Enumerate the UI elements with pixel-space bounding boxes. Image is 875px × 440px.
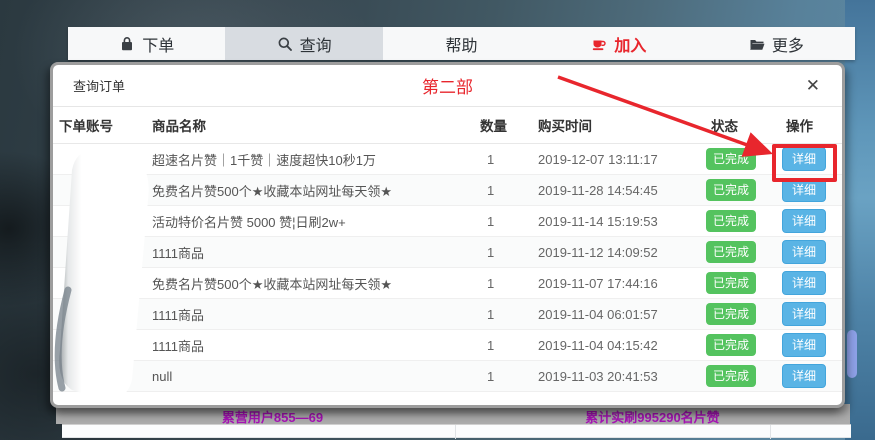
detail-button[interactable]: 详细 <box>782 333 826 357</box>
search-icon <box>277 36 293 52</box>
cell-qty: 1 <box>480 152 538 167</box>
table-row: 1111商品 1 2019-11-04 06:01:57 已完成 详细 <box>53 299 842 330</box>
cell-product: 免费名片赞500个★收藏本站网址每天领★ <box>152 181 480 200</box>
tab-label: 更多 <box>772 32 804 56</box>
cell-product: 1111商品 <box>152 243 480 262</box>
folder-icon <box>749 36 765 52</box>
cell-qty: 1 <box>480 369 538 384</box>
table-row: 1111商品 1 2019-11-12 14:09:52 已完成 详细 <box>53 237 842 268</box>
order-table-body: 超速名片赞｜1千赞｜速度超快10秒1万 1 2019-12-07 13:11:1… <box>53 144 842 392</box>
detail-button[interactable]: 详细 <box>782 364 826 388</box>
order-table-header: 下单账号 商品名称 数量 购买时间 状态 操作 <box>53 107 842 144</box>
cell-time: 2019-11-07 17:44:16 <box>538 276 706 291</box>
tab-query[interactable]: 查询 <box>225 27 382 60</box>
status-badge: 已完成 <box>706 241 756 263</box>
status-badge: 已完成 <box>706 210 756 232</box>
modal-header: 查询订单 第二部 ✕ <box>53 65 842 107</box>
cell-qty: 1 <box>480 183 538 198</box>
cell-qty: 1 <box>480 214 538 229</box>
detail-button[interactable]: 详细 <box>782 271 826 295</box>
status-badge: 已完成 <box>706 272 756 294</box>
cell-qty: 1 <box>480 276 538 291</box>
table-divider <box>455 425 456 439</box>
col-status: 状态 <box>706 115 782 135</box>
detail-button[interactable]: 详细 <box>782 302 826 326</box>
cell-product: 活动特价名片赞 5000 赞¦日刷2w+ <box>152 212 480 231</box>
table-row: null 1 2019-11-03 20:41:53 已完成 详细 <box>53 361 842 392</box>
step-annotation-text: 第二部 <box>53 73 842 98</box>
table-row: 免费名片赞500个★收藏本站网址每天领★ 1 2019-11-07 17:44:… <box>53 268 842 299</box>
table-row: 活动特价名片赞 5000 赞¦日刷2w+ 1 2019-11-14 15:19:… <box>53 206 842 237</box>
cup-icon <box>591 36 607 52</box>
page-scrollbar-thumb[interactable] <box>847 330 857 378</box>
cell-qty: 1 <box>480 307 538 322</box>
tab-place-order[interactable]: 下单 <box>68 27 225 60</box>
query-orders-modal: 查询订单 第二部 ✕ 下单账号 商品名称 数量 购买时间 状态 操作 超速名片赞… <box>50 62 845 408</box>
tab-join[interactable]: 加入 <box>540 27 697 60</box>
cell-time: 2019-11-03 20:41:53 <box>538 369 706 384</box>
tab-label: 下单 <box>142 32 174 56</box>
shopping-bag-icon <box>119 36 135 52</box>
cell-product: 超速名片赞｜1千赞｜速度超快10秒1万 <box>152 150 480 169</box>
cell-time: 2019-11-28 14:54:45 <box>538 183 706 198</box>
col-time: 购买时间 <box>538 115 706 135</box>
total-likes-text: 累计实刷995290名片赞 <box>455 409 850 424</box>
status-badge: 已完成 <box>706 365 756 387</box>
table-row: 超速名片赞｜1千赞｜速度超快10秒1万 1 2019-12-07 13:11:1… <box>53 144 842 175</box>
tab-help[interactable]: 帮助 <box>383 27 540 60</box>
cell-time: 2019-11-04 04:15:42 <box>538 338 706 353</box>
col-action: 操作 <box>782 115 842 135</box>
tab-label: 查询 <box>300 32 332 56</box>
cell-product: 免费名片赞500个★收藏本站网址每天领★ <box>152 274 480 293</box>
status-badge: 已完成 <box>706 303 756 325</box>
detail-button[interactable]: 详细 <box>782 147 826 171</box>
cell-qty: 1 <box>480 245 538 260</box>
col-qty: 数量 <box>480 115 538 135</box>
tab-more[interactable]: 更多 <box>698 27 855 60</box>
cell-qty: 1 <box>480 338 538 353</box>
cell-time: 2019-12-07 13:11:17 <box>538 152 706 167</box>
tab-label: 加入 <box>614 32 646 56</box>
cell-product: 1111商品 <box>152 336 480 355</box>
col-product: 商品名称 <box>152 115 480 135</box>
col-account: 下单账号 <box>53 115 152 135</box>
cell-time: 2019-11-04 06:01:57 <box>538 307 706 322</box>
tab-label: 帮助 <box>446 32 478 56</box>
cell-time: 2019-11-14 15:19:53 <box>538 214 706 229</box>
detail-button[interactable]: 详细 <box>782 240 826 264</box>
table-row: 1111商品 1 2019-11-04 04:15:42 已完成 详细 <box>53 330 842 361</box>
detail-button[interactable]: 详细 <box>782 209 826 233</box>
cell-time: 2019-11-12 14:09:52 <box>538 245 706 260</box>
underlying-table-row <box>62 424 851 438</box>
total-users-cell: 累营用户855—69 <box>90 409 455 424</box>
table-divider <box>770 425 771 439</box>
total-likes-cell: 累计实刷995290名片赞 <box>455 409 850 424</box>
screen: 累营用户855—69 累计实刷995290名片赞 下单 查询 帮助 加入 <box>0 0 875 440</box>
nav-tabbar: 下单 查询 帮助 加入 更多 <box>68 27 855 60</box>
cell-product: null <box>152 369 480 384</box>
close-icon[interactable]: ✕ <box>806 77 820 94</box>
status-badge: 已完成 <box>706 148 756 170</box>
detail-button[interactable]: 详细 <box>782 178 826 202</box>
status-badge: 已完成 <box>706 334 756 356</box>
cell-product: 1111商品 <box>152 305 480 324</box>
table-row: 免费名片赞500个★收藏本站网址每天领★ 1 2019-11-28 14:54:… <box>53 175 842 206</box>
status-badge: 已完成 <box>706 179 756 201</box>
total-users-text: 累营用户855—69 <box>90 409 455 424</box>
